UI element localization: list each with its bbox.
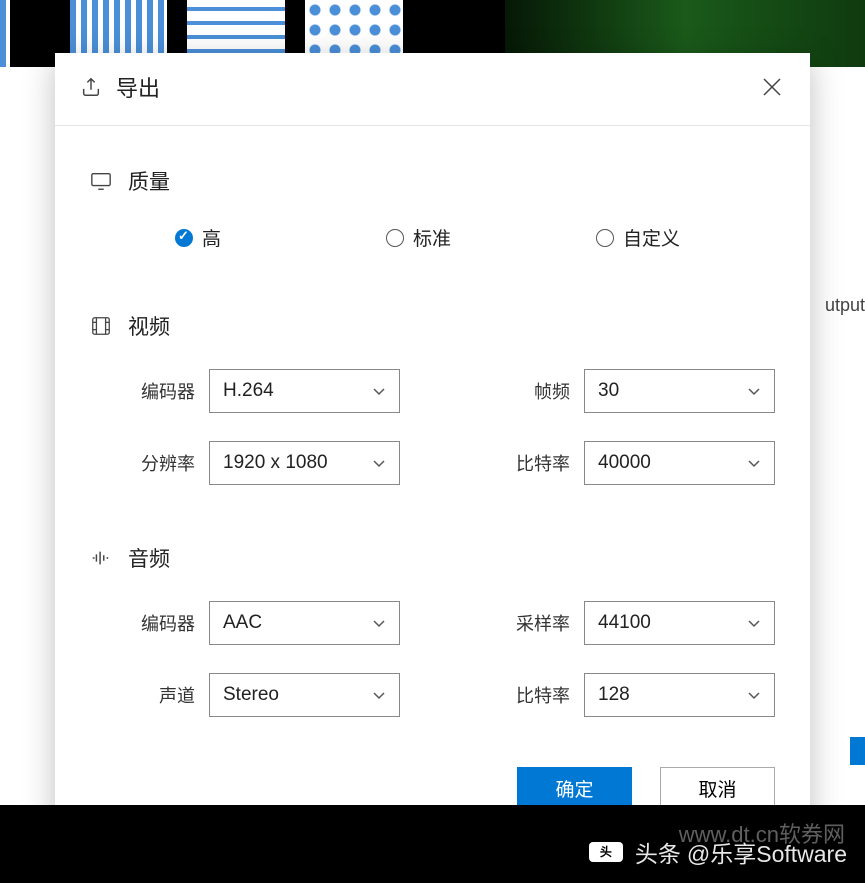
field-label: 编码器 xyxy=(125,610,195,636)
radio-icon xyxy=(596,229,614,247)
chevron-down-icon xyxy=(747,456,761,470)
select-value: Stereo xyxy=(223,684,279,706)
dialog-header: 导出 xyxy=(55,53,810,126)
output-text-fragment: utput xyxy=(825,295,865,316)
field-label: 比特率 xyxy=(500,450,570,476)
quality-radio-high[interactable]: 高 xyxy=(175,224,221,251)
select-value: 1920 x 1080 xyxy=(223,452,328,474)
audio-channels-select[interactable]: Stereo xyxy=(209,673,400,717)
video-bitrate-field: 比特率 40000 xyxy=(500,441,775,485)
chevron-down-icon xyxy=(747,384,761,398)
video-encoder-select[interactable]: H.264 xyxy=(209,369,400,413)
video-section-header: 视频 xyxy=(90,311,775,341)
quality-radio-group: 高 标准 自定义 xyxy=(90,224,775,251)
select-value: 44100 xyxy=(598,612,651,634)
chevron-down-icon xyxy=(747,616,761,630)
radio-selected-icon xyxy=(175,229,193,247)
watermark-url: www.dt.cn软券网 xyxy=(679,817,845,849)
monitor-icon xyxy=(90,170,112,192)
field-label: 声道 xyxy=(125,682,195,708)
audio-bitrate-select[interactable]: 128 xyxy=(584,673,775,717)
background-footer: www.dt.cn软券网 头 头条 @乐享Software xyxy=(0,805,865,883)
video-label: 视频 xyxy=(128,311,170,341)
chevron-down-icon xyxy=(372,384,386,398)
radio-icon xyxy=(386,229,404,247)
ok-button[interactable]: 确定 xyxy=(517,767,632,809)
select-value: 30 xyxy=(598,380,619,402)
video-framerate-select[interactable]: 30 xyxy=(584,369,775,413)
audio-label: 音频 xyxy=(128,543,170,573)
chevron-down-icon xyxy=(372,456,386,470)
quality-section-header: 质量 xyxy=(90,166,775,196)
video-resolution-field: 分辨率 1920 x 1080 xyxy=(125,441,400,485)
export-dialog: 导出 质量 高 标准 自定义 xyxy=(55,53,810,828)
audio-bitrate-field: 比特率 128 xyxy=(500,673,775,717)
dialog-title: 导出 xyxy=(116,71,160,103)
radio-label: 高 xyxy=(202,224,221,251)
select-value: 40000 xyxy=(598,452,651,474)
chevron-down-icon xyxy=(372,616,386,630)
cancel-button[interactable]: 取消 xyxy=(660,767,775,809)
chevron-down-icon xyxy=(747,688,761,702)
field-label: 比特率 xyxy=(500,682,570,708)
quality-radio-custom[interactable]: 自定义 xyxy=(596,224,680,251)
field-label: 采样率 xyxy=(500,610,570,636)
audio-samplerate-select[interactable]: 44100 xyxy=(584,601,775,645)
radio-label: 标准 xyxy=(413,224,451,251)
video-framerate-field: 帧频 30 xyxy=(500,369,775,413)
audio-samplerate-field: 采样率 44100 xyxy=(500,601,775,645)
chevron-down-icon xyxy=(372,688,386,702)
quality-radio-standard[interactable]: 标准 xyxy=(386,224,451,251)
audio-encoder-field: 编码器 AAC xyxy=(125,601,400,645)
video-resolution-select[interactable]: 1920 x 1080 xyxy=(209,441,400,485)
export-icon xyxy=(80,76,102,98)
background-button-fragment xyxy=(850,737,865,765)
quality-label: 质量 xyxy=(128,166,170,196)
field-label: 分辨率 xyxy=(125,450,195,476)
field-label: 编码器 xyxy=(125,378,195,404)
field-label: 帧频 xyxy=(500,378,570,404)
select-value: 128 xyxy=(598,684,630,706)
video-encoder-field: 编码器 H.264 xyxy=(125,369,400,413)
radio-label: 自定义 xyxy=(623,224,680,251)
audio-channels-field: 声道 Stereo xyxy=(125,673,400,717)
select-value: H.264 xyxy=(223,380,274,402)
watermark-label: 头条 xyxy=(635,835,681,869)
waveform-icon xyxy=(90,547,112,569)
audio-encoder-select[interactable]: AAC xyxy=(209,601,400,645)
audio-section-header: 音频 xyxy=(90,543,775,573)
select-value: AAC xyxy=(223,612,262,634)
video-bitrate-select[interactable]: 40000 xyxy=(584,441,775,485)
close-icon[interactable] xyxy=(762,77,782,97)
film-icon xyxy=(90,315,112,337)
